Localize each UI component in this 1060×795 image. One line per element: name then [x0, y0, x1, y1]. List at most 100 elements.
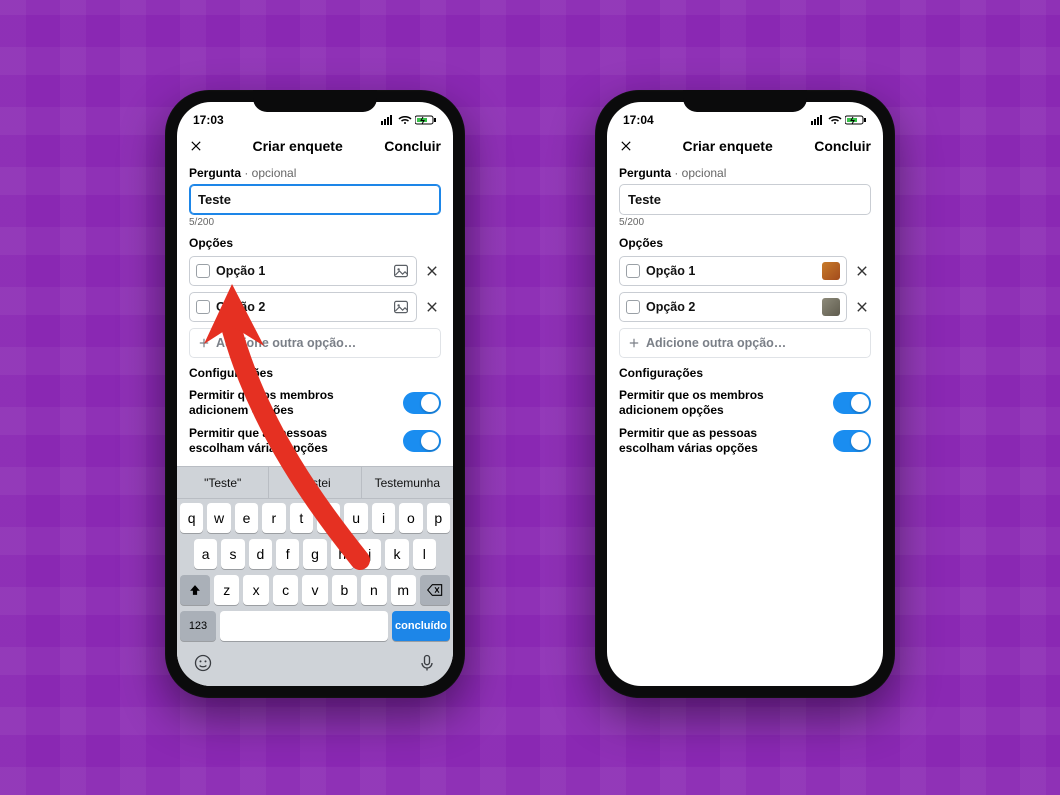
close-button[interactable] — [619, 139, 641, 153]
emoji-icon — [193, 653, 213, 673]
ios-keyboard: "Teste" Testei Testemunha qwertyuiop asd… — [177, 466, 453, 686]
letter-key-y[interactable]: y — [317, 503, 340, 533]
option-row[interactable]: Opção 2 — [189, 292, 417, 322]
letter-key-q[interactable]: q — [180, 503, 203, 533]
option-checkbox[interactable] — [196, 300, 210, 314]
phone-frame-left: 17:03 Criar enquete Concluir Pergunta · … — [165, 90, 465, 698]
close-icon — [189, 139, 203, 153]
question-label: Pergunta · opcional — [619, 166, 871, 180]
option-label[interactable]: Opção 2 — [646, 300, 822, 314]
numeric-key[interactable]: 123 — [180, 611, 216, 641]
add-image-button[interactable] — [392, 298, 410, 316]
letter-key-v[interactable]: v — [302, 575, 327, 605]
option-label[interactable]: Opção 1 — [216, 264, 392, 278]
letter-key-m[interactable]: m — [391, 575, 416, 605]
page-title: Criar enquete — [211, 138, 384, 154]
notch — [683, 90, 807, 112]
settings-section-header: Configurações — [189, 366, 441, 380]
wifi-icon — [828, 115, 842, 125]
image-icon — [393, 299, 409, 315]
option-checkbox[interactable] — [626, 264, 640, 278]
question-label: Pergunta · opcional — [189, 166, 441, 180]
done-button[interactable]: Concluir — [814, 138, 871, 154]
close-icon — [619, 139, 633, 153]
setting-allow-add-label: Permitir que os membros adicionem opções — [619, 388, 799, 418]
add-image-button[interactable] — [392, 262, 410, 280]
letter-key-l[interactable]: l — [413, 539, 436, 569]
option-label[interactable]: Opção 1 — [646, 264, 822, 278]
letter-key-r[interactable]: r — [262, 503, 285, 533]
status-indicators — [811, 115, 867, 125]
shift-key[interactable] — [180, 575, 210, 605]
letter-key-x[interactable]: x — [243, 575, 268, 605]
delete-option-button[interactable] — [423, 262, 441, 280]
close-icon — [855, 264, 869, 278]
toggle-allow-multiple[interactable] — [403, 430, 441, 452]
page-title: Criar enquete — [641, 138, 814, 154]
toggle-allow-multiple[interactable] — [833, 430, 871, 452]
delete-option-button[interactable] — [423, 298, 441, 316]
letter-key-i[interactable]: i — [372, 503, 395, 533]
letter-key-c[interactable]: c — [273, 575, 298, 605]
keyboard-prediction[interactable]: Testei — [269, 467, 361, 498]
option-image-thumbnail[interactable] — [822, 262, 840, 280]
question-input[interactable]: Teste — [619, 184, 871, 215]
settings-section-header: Configurações — [619, 366, 871, 380]
letter-key-j[interactable]: j — [358, 539, 381, 569]
letter-key-s[interactable]: s — [221, 539, 244, 569]
plus-icon — [198, 337, 210, 349]
close-button[interactable] — [189, 139, 211, 153]
letter-key-u[interactable]: u — [344, 503, 367, 533]
delete-option-button[interactable] — [853, 262, 871, 280]
delete-option-button[interactable] — [853, 298, 871, 316]
add-option-label: Adicione outra opção… — [216, 336, 356, 350]
letter-key-b[interactable]: b — [332, 575, 357, 605]
letter-key-k[interactable]: k — [385, 539, 408, 569]
keyboard-prediction[interactable]: Testemunha — [362, 467, 453, 498]
space-key[interactable] — [220, 611, 388, 641]
letter-key-z[interactable]: z — [214, 575, 239, 605]
letter-key-g[interactable]: g — [303, 539, 326, 569]
setting-allow-multiple-label: Permitir que as pessoas escolham várias … — [619, 426, 799, 456]
backspace-icon — [427, 583, 443, 597]
letter-key-t[interactable]: t — [290, 503, 313, 533]
toggle-allow-members-add[interactable] — [833, 392, 871, 414]
keyboard-done-key[interactable]: concluído — [392, 611, 450, 641]
setting-allow-multiple-label: Permitir que as pessoas escolham várias … — [189, 426, 369, 456]
keyboard-prediction[interactable]: "Teste" — [177, 467, 269, 498]
letter-key-h[interactable]: h — [331, 539, 354, 569]
letter-key-o[interactable]: o — [399, 503, 422, 533]
letter-key-p[interactable]: p — [427, 503, 450, 533]
status-indicators — [381, 115, 437, 125]
emoji-key[interactable] — [193, 653, 213, 678]
add-option-label: Adicione outra opção… — [646, 336, 786, 350]
dictation-key[interactable] — [417, 653, 437, 678]
option-checkbox[interactable] — [196, 264, 210, 278]
question-input[interactable]: Teste — [189, 184, 441, 215]
option-row[interactable]: Opção 1 — [619, 256, 847, 286]
status-time: 17:03 — [193, 113, 224, 127]
letter-key-d[interactable]: d — [249, 539, 272, 569]
letter-key-w[interactable]: w — [207, 503, 230, 533]
battery-charging-icon — [415, 115, 437, 125]
option-label[interactable]: Opção 2 — [216, 300, 392, 314]
letter-key-n[interactable]: n — [361, 575, 386, 605]
option-row[interactable]: Opção 2 — [619, 292, 847, 322]
letter-key-a[interactable]: a — [194, 539, 217, 569]
backspace-key[interactable] — [420, 575, 450, 605]
notch — [253, 90, 377, 112]
close-icon — [425, 264, 439, 278]
char-counter: 5/200 — [189, 217, 441, 228]
letter-key-f[interactable]: f — [276, 539, 299, 569]
add-option-button[interactable]: Adicione outra opção… — [619, 328, 871, 358]
status-time: 17:04 — [623, 113, 654, 127]
toggle-allow-members-add[interactable] — [403, 392, 441, 414]
char-counter: 5/200 — [619, 217, 871, 228]
option-checkbox[interactable] — [626, 300, 640, 314]
add-option-button[interactable]: Adicione outra opção… — [189, 328, 441, 358]
option-image-thumbnail[interactable] — [822, 298, 840, 316]
done-button[interactable]: Concluir — [384, 138, 441, 154]
letter-key-e[interactable]: e — [235, 503, 258, 533]
option-row[interactable]: Opção 1 — [189, 256, 417, 286]
wifi-icon — [398, 115, 412, 125]
